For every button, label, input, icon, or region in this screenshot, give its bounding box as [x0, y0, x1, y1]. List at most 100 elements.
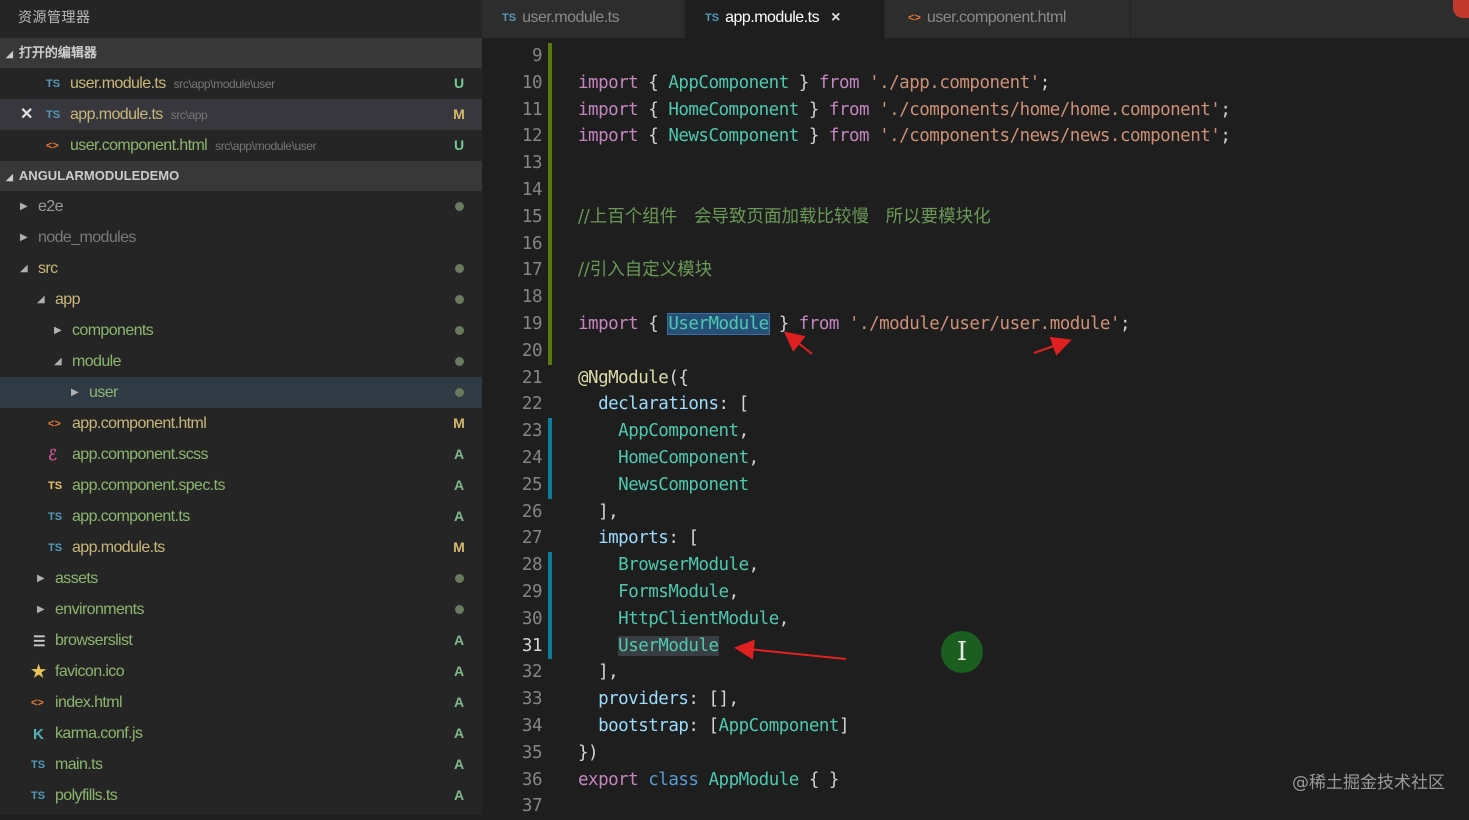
typescript-file-icon: TS	[502, 12, 517, 24]
code-line[interactable]: 34 bootstrap: [AppComponent]	[482, 713, 1469, 740]
chevron-right-icon: ▶	[20, 201, 28, 212]
code-line[interactable]: 19 import { UserModule } from './module/u…	[482, 310, 1469, 338]
line-number: 15	[521, 206, 543, 227]
tree-file[interactable]: TS app.component.spec.ts A	[0, 470, 482, 501]
code-line[interactable]: 25 NewsComponent	[482, 471, 1469, 499]
tree-folder-node-modules[interactable]: ▶ node_modules	[0, 222, 482, 253]
status-dot-icon	[452, 315, 466, 346]
tree-folder-environments[interactable]: ▶ environments	[0, 594, 482, 625]
tree-folder-e2e[interactable]: ▶ e2e	[0, 191, 482, 222]
code-line[interactable]: 9	[482, 43, 1469, 70]
code-line[interactable]: 16	[482, 230, 1469, 258]
chevron-right-icon: ▶	[71, 387, 79, 398]
code-line[interactable]: 37	[482, 793, 1469, 820]
tree-folder-components[interactable]: ▶ components	[0, 315, 482, 346]
code-line[interactable]: 14	[482, 176, 1469, 204]
tree-file[interactable]: ☰ browserslist A	[0, 625, 482, 656]
git-gutter-bar	[548, 176, 552, 204]
code-line[interactable]: 23 AppComponent,	[482, 418, 1469, 445]
code-line[interactable]: 35})	[482, 740, 1469, 767]
line-number: 31	[521, 635, 543, 656]
line-number: 29	[521, 581, 543, 602]
scss-file-icon: ℰ	[48, 447, 58, 464]
tree-folder-module[interactable]: ◢ module	[0, 346, 482, 377]
project-header[interactable]: ◢ ANGULARMODULEDEMO	[0, 161, 482, 191]
tree-file[interactable]: <> app.component.html M	[0, 408, 482, 439]
tree-file[interactable]: TS polyfills.ts A	[0, 780, 482, 811]
file-path: src\app\module\user	[173, 77, 276, 91]
code-line[interactable]: 10 import { AppComponent } from './app.co…	[482, 69, 1469, 97]
tree-folder-app[interactable]: ◢ app	[0, 284, 482, 315]
tree-file[interactable]: K karma.conf.js A	[0, 718, 482, 749]
line-number: 25	[521, 474, 543, 495]
code-line[interactable]: 27 imports: [	[482, 525, 1469, 552]
tree-file[interactable]: ★ favicon.ico A	[0, 656, 482, 687]
tree-file[interactable]: ℰ app.component.scss A	[0, 439, 482, 470]
code-line[interactable]: 29 FormsModule,	[482, 578, 1469, 606]
code-line[interactable]: 15 //上百个组件 会导致页面加载比较慢 所以要模块化	[482, 203, 1469, 231]
git-gutter-bar	[548, 418, 552, 445]
code-line[interactable]: 21 @NgModule({	[482, 365, 1469, 392]
code-line[interactable]: 24 HomeComponent,	[482, 444, 1469, 472]
code-line[interactable]: 30 HttpClientModule,	[482, 605, 1469, 633]
open-editors-header[interactable]: ◢ 打开的编辑器	[0, 38, 482, 68]
open-editor-item[interactable]: <> user.component.html src\app\module\use…	[0, 130, 482, 161]
chevron-down-icon: ◢	[6, 172, 13, 182]
tree-file[interactable]: TS main.ts A	[0, 749, 482, 780]
git-gutter-bar	[548, 203, 552, 231]
tree-folder-src[interactable]: ◢ src	[0, 253, 482, 284]
open-editor-item-active[interactable]: ✕ TS app.module.ts src\app M	[0, 99, 482, 130]
file-name: user.component.html	[70, 137, 208, 154]
git-gutter-bar	[548, 230, 552, 258]
code-line[interactable]: 28 BrowserModule,	[482, 552, 1469, 579]
line-number: 10	[521, 72, 543, 93]
code-line[interactable]: 12 import { NewsComponent } from './compo…	[482, 123, 1469, 151]
tree-file[interactable]: TS app.component.ts A	[0, 501, 482, 532]
code-text: AppComponent,	[618, 421, 749, 442]
tab-app-module[interactable]: TS app.module.ts ×	[685, 0, 885, 38]
chevron-down-icon: ◢	[37, 294, 45, 305]
typescript-file-icon: TS	[48, 480, 63, 492]
tree-folder-user[interactable]: ▶ user	[0, 377, 482, 408]
tab-user-module[interactable]: TS user.module.ts	[482, 0, 684, 38]
code-line[interactable]: 22 declarations: [	[482, 391, 1469, 418]
code-line[interactable]: 11 import { HomeComponent } from './compo…	[482, 96, 1469, 124]
tree-file[interactable]: <> index.html A	[0, 687, 482, 718]
tab-user-component-html[interactable]: <> user.component.html	[886, 0, 1131, 38]
code-text: ],	[578, 662, 619, 683]
close-icon[interactable]: ×	[831, 9, 840, 26]
line-number: 35	[521, 742, 543, 763]
code-editor[interactable]: 9 10 import { AppComponent } from './app.c…	[482, 43, 1469, 820]
close-icon[interactable]: ✕	[20, 99, 33, 130]
file-name: app.component.html	[72, 415, 207, 432]
code-line[interactable]: 26 ],	[482, 499, 1469, 526]
status-dot-icon	[452, 191, 466, 222]
typescript-file-icon: TS	[48, 511, 63, 523]
tree-file[interactable]: TS app.module.ts M	[0, 532, 482, 563]
status-dot-icon	[452, 346, 466, 377]
folder-name: src	[38, 260, 58, 277]
code-line[interactable]: 13	[482, 150, 1469, 177]
code-line[interactable]: 17 //引入自定义模块	[482, 257, 1469, 285]
code-text: HttpClientModule,	[618, 608, 789, 629]
file-name: app.component.scss	[72, 446, 209, 463]
line-number: 17	[521, 260, 543, 281]
file-name: main.ts	[55, 756, 103, 773]
open-editor-item[interactable]: TS user.module.ts src\app\module\user U	[0, 68, 482, 99]
folder-name: e2e	[38, 198, 64, 215]
file-name: polyfills.ts	[55, 787, 118, 804]
code-text: UserModule	[618, 635, 719, 656]
window-corner-icon	[1453, 0, 1469, 18]
code-text: import { UserModule } from './module/use…	[578, 312, 1131, 335]
git-status-badge: U	[453, 75, 465, 91]
code-text: import { AppComponent } from './app.comp…	[578, 72, 1050, 93]
tab-bar: TS user.module.ts TS app.module.ts × <> user…	[482, 0, 1469, 38]
folder-name: module	[72, 353, 121, 370]
git-status-badge: A	[453, 663, 465, 679]
code-line[interactable]: 20	[482, 337, 1469, 365]
code-line[interactable]: 33 providers: [],	[482, 686, 1469, 713]
code-line[interactable]: 18	[482, 284, 1469, 311]
folder-name: assets	[55, 570, 98, 587]
git-gutter-bar	[548, 310, 552, 338]
tree-folder-assets[interactable]: ▶ assets	[0, 563, 482, 594]
